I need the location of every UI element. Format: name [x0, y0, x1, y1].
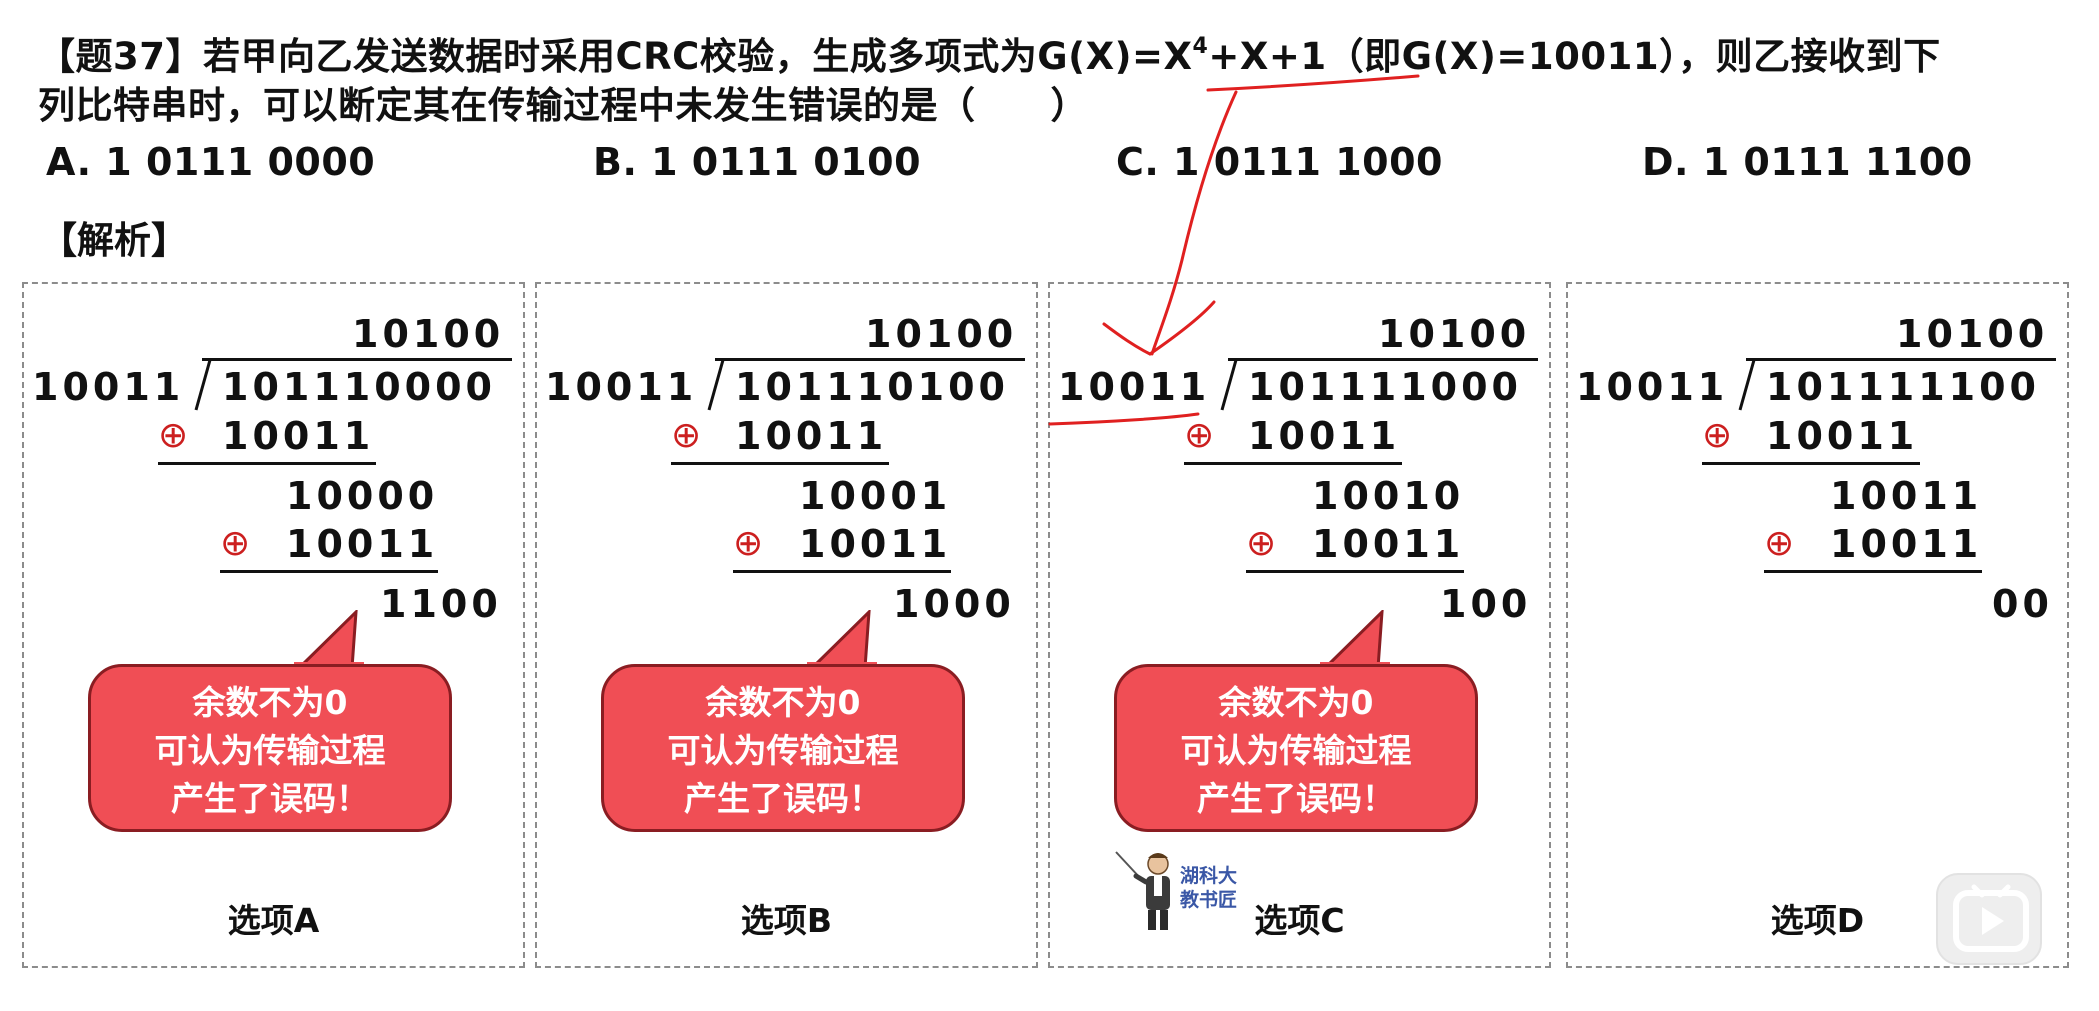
watermark-line-2: 教书匠 [1180, 889, 1238, 911]
watermark-text: 湖科大 教书匠 [1180, 864, 1237, 912]
play-button-icon [1953, 884, 2029, 952]
watermark-line-1: 湖科大 [1180, 865, 1238, 887]
red-pen-annotation [1048, 74, 1420, 426]
play-button[interactable] [1936, 873, 2042, 965]
